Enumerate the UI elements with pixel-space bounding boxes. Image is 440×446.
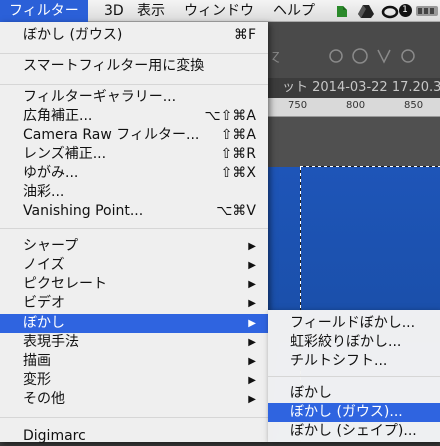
menu-item-noise[interactable]: ノイズ ▶ xyxy=(0,256,268,275)
menu-item-shortcut: ⌘F xyxy=(233,27,256,43)
submenu-arrow-icon: ▶ xyxy=(248,241,256,252)
menu-item-sharpen[interactable]: シャープ ▶ xyxy=(0,237,268,256)
evernote-icon[interactable] xyxy=(333,3,351,19)
submenu-arrow-icon: ▶ xyxy=(248,394,256,405)
menu-separator xyxy=(0,84,268,85)
menu-item-render[interactable]: 描画 ▶ xyxy=(0,352,268,371)
menu-item-label: 描画 xyxy=(23,353,51,369)
menu-item-gaussian-blur-last[interactable]: ぼかし (ガウス) ⌘F xyxy=(0,26,268,45)
submenu-item-blur[interactable]: ぼかし xyxy=(268,384,440,403)
menu-item-adaptive-wide-angle[interactable]: 広角補正... ⌥⇧⌘A xyxy=(0,107,268,126)
menu-filter[interactable]: フィルター xyxy=(0,0,88,22)
menu-item-stylize[interactable]: 表現手法 ▶ xyxy=(0,333,268,352)
menu-item-label: Camera Raw フィルター... xyxy=(23,127,200,143)
menu-view[interactable]: 表示 xyxy=(137,0,165,22)
filter-menu: ぼかし (ガウス) ⌘F スマートフィルター用に変換 フィルターギャラリー...… xyxy=(0,22,268,444)
menu-separator xyxy=(0,417,268,418)
google-drive-icon[interactable] xyxy=(357,3,375,19)
menu-item-label: 油彩... xyxy=(23,184,65,200)
submenu-item-label: チルトシフト... xyxy=(290,353,388,369)
network-meter-icon[interactable] xyxy=(415,3,439,19)
menu-item-label: その他 xyxy=(23,391,65,407)
menu-item-pixelate[interactable]: ピクセレート ▶ xyxy=(0,275,268,294)
menu-separator xyxy=(268,376,440,377)
submenu-arrow-icon: ▶ xyxy=(248,260,256,271)
menu-item-shortcut: ⇧⌘R xyxy=(220,146,256,162)
submenu-arrow-icon: ▶ xyxy=(248,298,256,309)
submenu-arrow-icon: ▶ xyxy=(248,279,256,290)
menu-item-label: ノイズ xyxy=(23,257,65,273)
submenu-item-label: フィールドぼかし... xyxy=(290,315,416,331)
options-bar-tool-icons: Ɀ xyxy=(272,48,415,64)
ruler-tick-label: 750 xyxy=(288,100,308,111)
menu-item-camera-raw-filter[interactable]: Camera Raw フィルター... ⇧⌘A xyxy=(0,126,268,145)
menu-item-oil-paint[interactable]: 油彩... xyxy=(0,183,268,202)
menu-item-video[interactable]: ビデオ ▶ xyxy=(0,294,268,313)
submenu-item-shape-blur[interactable]: ぼかし (シェイプ)... xyxy=(268,422,440,441)
menu-item-other[interactable]: その他 ▶ xyxy=(0,390,268,409)
menu-item-label: 広角補正... xyxy=(23,108,93,124)
creative-cloud-icon[interactable] xyxy=(381,3,399,19)
menu-item-blur[interactable]: ぼかし ▶ xyxy=(0,314,268,333)
menu-separator xyxy=(0,53,268,54)
menu-item-vanishing-point[interactable]: Vanishing Point... ⌥⌘V xyxy=(0,202,268,221)
blur-submenu: フィールドぼかし... 虹彩絞りぼかし... チルトシフト... ぼかし ぼかし… xyxy=(268,310,440,442)
document-tab[interactable]: ット 2014-03-22 17.20.30.pn xyxy=(268,78,440,98)
menu-item-convert-smart-filters[interactable]: スマートフィルター用に変換 xyxy=(0,57,268,76)
menu-item-label: シャープ xyxy=(23,238,79,254)
menu-separator xyxy=(0,228,268,229)
options-bar: Ɀ xyxy=(268,22,440,78)
submenu-item-label: ぼかし (ガウス)... xyxy=(290,404,403,420)
menu-item-label: フィルターギャラリー... xyxy=(23,89,177,105)
menu-help[interactable]: ヘルプ xyxy=(273,0,315,22)
submenu-item-field-blur[interactable]: フィールドぼかし... xyxy=(268,314,440,333)
horizontal-ruler: 750 800 850 xyxy=(268,98,440,117)
menu-item-label: ぼかし xyxy=(23,315,65,331)
submenu-item-gaussian-blur[interactable]: ぼかし (ガウス)... xyxy=(268,403,440,422)
ruler-tick-label: 850 xyxy=(404,100,424,111)
menu-item-lens-correction[interactable]: レンズ補正... ⇧⌘R xyxy=(0,145,268,164)
menu-item-shortcut: ⌥⌘V xyxy=(216,203,256,219)
submenu-arrow-icon: ▶ xyxy=(248,337,256,348)
menu-item-distort[interactable]: 変形 ▶ xyxy=(0,371,268,390)
menu-item-shortcut: ⇧⌘X xyxy=(220,165,256,181)
badge-count: 1 xyxy=(398,3,412,17)
menu-item-shortcut: ⌥⇧⌘A xyxy=(204,108,256,124)
menu-item-digimarc[interactable]: Digimarc xyxy=(0,427,268,446)
submenu-item-label: ぼかし (シェイプ)... xyxy=(290,423,417,439)
menu-item-label: ピクセレート xyxy=(23,276,107,292)
svg-text:Ɀ: Ɀ xyxy=(272,50,280,63)
menu-item-label: Digimarc xyxy=(23,428,86,444)
menu-item-liquify[interactable]: ゆがみ... ⇧⌘X xyxy=(0,164,268,183)
submenu-arrow-icon: ▶ xyxy=(248,356,256,367)
menu-item-label: 表現手法 xyxy=(23,334,79,350)
menu-item-filter-gallery[interactable]: フィルターギャラリー... xyxy=(0,88,268,107)
canvas-pasteboard xyxy=(268,117,440,167)
menu-item-label: 変形 xyxy=(23,372,51,388)
menu-item-label: ゆがみ... xyxy=(23,165,79,181)
menu-item-label: ぼかし (ガウス) xyxy=(23,27,123,43)
menu-item-label: ビデオ xyxy=(23,295,65,311)
ruler-tick-label: 800 xyxy=(346,100,366,111)
submenu-arrow-icon: ▶ xyxy=(248,318,256,329)
menu-item-label: スマートフィルター用に変換 xyxy=(23,58,205,74)
submenu-item-label: 虹彩絞りぼかし... xyxy=(290,334,402,350)
notification-badge-icon[interactable]: 1 xyxy=(398,2,412,18)
menu-item-label: Vanishing Point... xyxy=(23,203,144,219)
menu-window[interactable]: ウィンドウ xyxy=(184,0,254,22)
selection-marquee-top xyxy=(300,166,440,167)
submenu-arrow-icon: ▶ xyxy=(248,375,256,386)
document-tab-title: ット 2014-03-22 17.20.30.pn xyxy=(282,80,440,95)
menu-3d[interactable]: 3D xyxy=(104,0,124,22)
menu-item-shortcut: ⇧⌘A xyxy=(220,127,256,143)
submenu-item-iris-blur[interactable]: 虹彩絞りぼかし... xyxy=(268,333,440,352)
menu-bar: フィルター 3D 表示 ウィンドウ ヘルプ 1 xyxy=(0,0,440,22)
submenu-item-tilt-shift[interactable]: チルトシフト... xyxy=(268,352,440,371)
menu-item-label: レンズ補正... xyxy=(23,146,107,162)
submenu-item-label: ぼかし xyxy=(290,385,332,401)
